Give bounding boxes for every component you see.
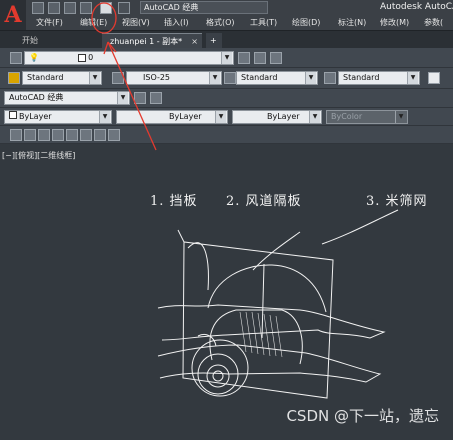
drawing-label-baffle: 1. 挡板: [150, 194, 198, 209]
leader-line-1: [187, 242, 209, 291]
duct-partition-curve: [207, 264, 327, 313]
panel-edge: [177, 229, 185, 243]
annotation-overlay: [91, 2, 157, 151]
drum-hub: [212, 370, 224, 382]
annotation-arrow-line: [107, 41, 157, 151]
drum-mesh-hatching: [239, 311, 283, 358]
watermark: CSDN @下一站，遗忘: [286, 407, 439, 425]
leader-line-3: [321, 209, 399, 245]
drawing-label-rice-screen: 3. 米筛网: [366, 194, 428, 209]
annotation-circle: [91, 2, 117, 34]
partition-line: [261, 263, 265, 339]
drum-body: [209, 309, 303, 365]
drawing-label-duct-partition: 2. 风道隔板: [226, 194, 302, 209]
drum-end-outer: [191, 339, 249, 397]
drum-end-inner: [206, 364, 230, 388]
